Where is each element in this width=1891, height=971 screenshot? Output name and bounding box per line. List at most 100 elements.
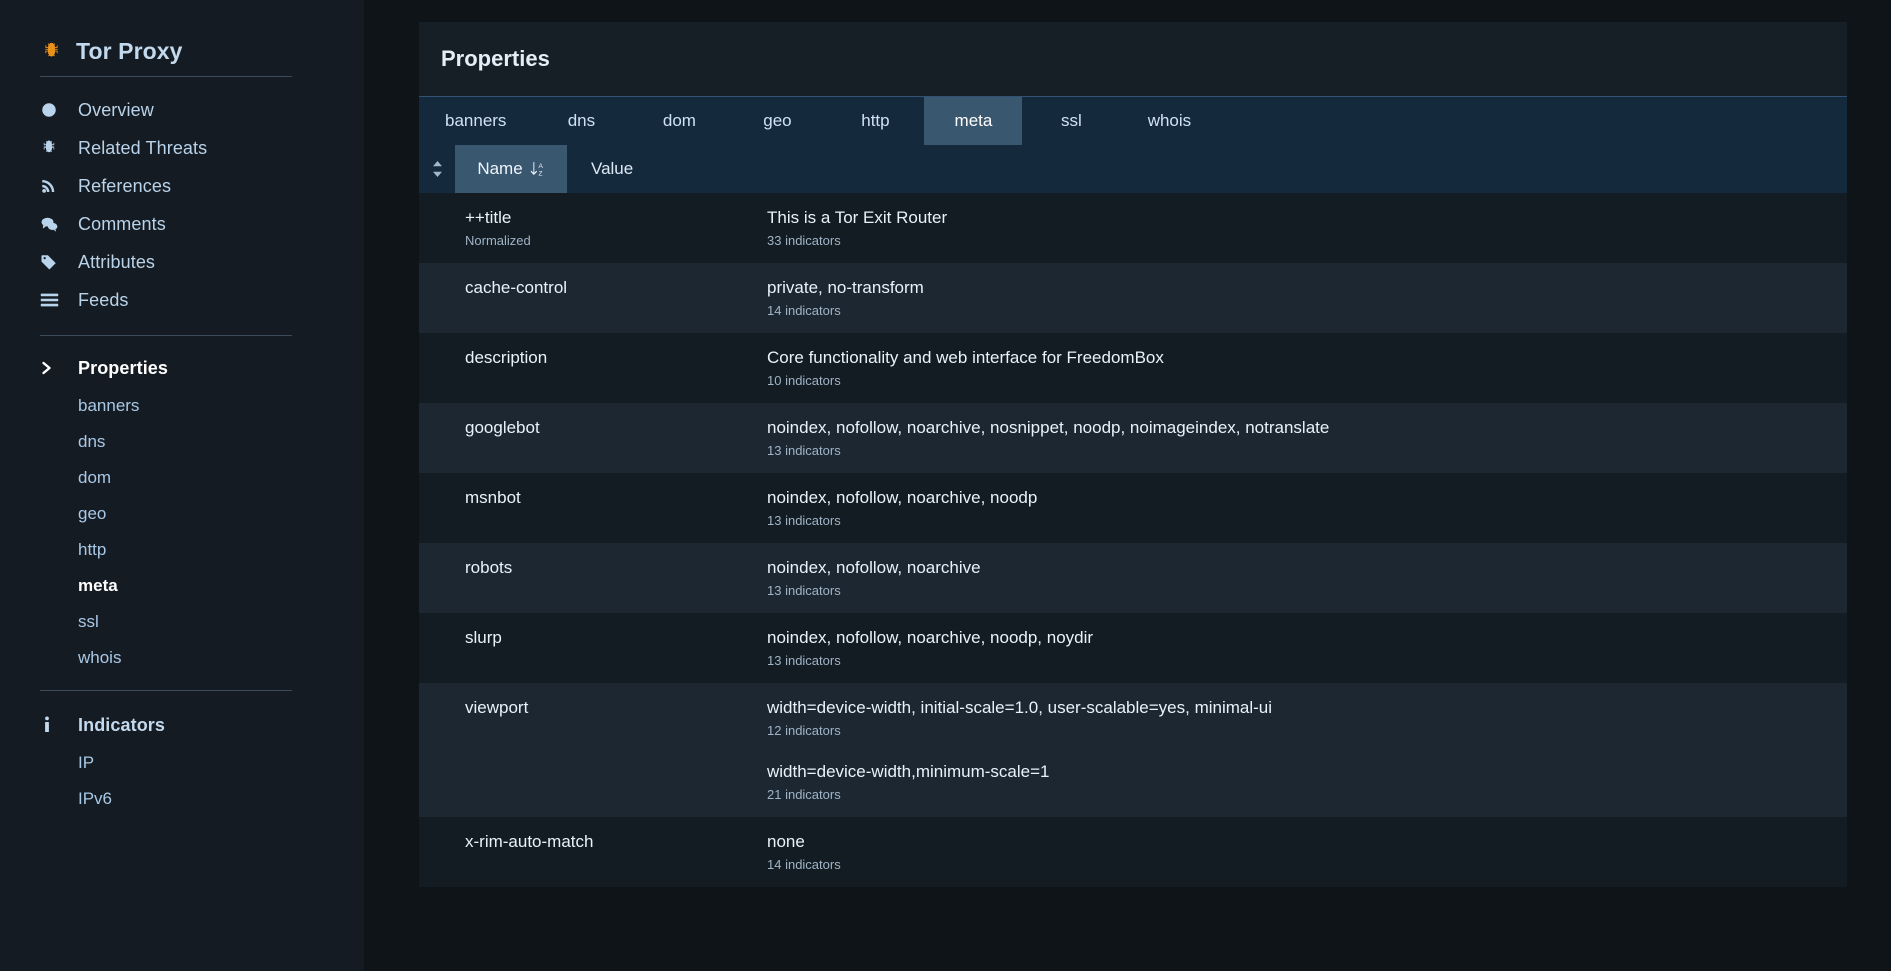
column-header-name[interactable]: Name A Z	[455, 145, 567, 193]
row-value-cell: width=device-width, initial-scale=1.0, u…	[765, 697, 1847, 803]
tab-label: whois	[1147, 111, 1192, 130]
sidebar-section-label: Properties	[78, 357, 169, 378]
row-value-cell: noindex, nofollow, noarchive, noodp 13 i…	[765, 487, 1847, 529]
page-title: Properties	[441, 46, 550, 71]
row-value: noindex, nofollow, noarchive, noodp	[767, 488, 1038, 507]
row-value: Core functionality and web interface for…	[767, 348, 1164, 367]
table-header-row: Name A Z Value	[419, 145, 1847, 193]
row-name-cell: cache-control	[455, 277, 765, 299]
row-name: viewport	[465, 698, 529, 717]
comment-icon	[40, 215, 62, 234]
row-value-cell: This is a Tor Exit Router 33 indicators	[765, 207, 1847, 249]
tab-whois[interactable]: whois	[1120, 97, 1218, 145]
sidebar-subitem-label: IP	[78, 753, 95, 772]
row-value-cell: none 14 indicators	[765, 831, 1847, 873]
svg-text:Z: Z	[538, 171, 542, 177]
row-name-cell: ++title Normalized	[455, 207, 765, 249]
tab-dns[interactable]: dns	[532, 97, 630, 145]
tab-label: http	[861, 111, 890, 130]
row-name-cell: description	[455, 347, 765, 369]
bug-icon	[40, 40, 62, 62]
value-block: noindex, nofollow, noarchive, noodp, noy…	[767, 627, 1847, 669]
row-value: noindex, nofollow, noarchive, noodp, noy…	[767, 628, 1094, 647]
table-row[interactable]: viewport width=device-width, initial-sca…	[419, 683, 1847, 817]
tab-label: geo	[763, 111, 792, 130]
tab-dom[interactable]: dom	[630, 97, 728, 145]
brand: Tor Proxy	[0, 0, 364, 64]
sort-updown-icon[interactable]	[419, 145, 455, 193]
sidebar-item-http[interactable]: http	[0, 532, 364, 568]
sidebar-item-attributes[interactable]: Attributes	[0, 243, 364, 281]
sidebar-item-overview[interactable]: Overview	[0, 91, 364, 129]
sidebar-subitem-label: http	[78, 540, 107, 559]
value-block: Core functionality and web interface for…	[767, 347, 1847, 389]
sidebar-item-ipv6[interactable]: IPv6	[0, 781, 364, 817]
row-name: x-rim-auto-match	[465, 832, 594, 851]
tab-geo[interactable]: geo	[728, 97, 826, 145]
sidebar-item-related-threats[interactable]: Related Threats	[0, 129, 364, 167]
row-value: noindex, nofollow, noarchive, nosnippet,…	[767, 418, 1330, 437]
row-name: robots	[465, 558, 513, 577]
tab-ssl[interactable]: ssl	[1022, 97, 1120, 145]
row-indicators: 13 indicators	[767, 653, 841, 668]
info-icon	[40, 716, 62, 734]
table-row[interactable]: robots noindex, nofollow, noarchive 13 i…	[419, 543, 1847, 613]
sidebar-item-banners[interactable]: banners	[0, 388, 364, 424]
column-header-value[interactable]: Value	[567, 145, 1847, 193]
sidebar-item-label: Attributes	[78, 251, 156, 272]
table-row[interactable]: ++title Normalized This is a Tor Exit Ro…	[419, 193, 1847, 263]
tab-meta[interactable]: meta	[924, 97, 1023, 145]
svg-text:A: A	[538, 163, 543, 170]
sidebar-divider-bottom	[40, 690, 292, 691]
sidebar-item-dom[interactable]: dom	[0, 460, 364, 496]
tab-http[interactable]: http	[826, 97, 924, 145]
list-icon	[40, 292, 62, 308]
value-block: width=device-width, initial-scale=1.0, u…	[767, 697, 1847, 739]
value-block: width=device-width,minimum-scale=1 21 in…	[767, 761, 1847, 803]
row-value: width=device-width, initial-scale=1.0, u…	[767, 698, 1273, 717]
row-indicators: 33 indicators	[767, 233, 841, 248]
rss-icon	[40, 177, 62, 195]
sidebar-section-indicators[interactable]: Indicators	[0, 705, 364, 745]
row-name: msnbot	[465, 488, 521, 507]
row-name: cache-control	[465, 278, 568, 297]
sidebar: Tor Proxy Overview Related Threats Refer…	[0, 0, 364, 971]
sidebar-item-label: Comments	[78, 213, 166, 234]
sidebar-subitem-label: IPv6	[78, 789, 113, 808]
sidebar-nav: Overview Related Threats References Comm…	[0, 77, 364, 817]
sidebar-item-meta[interactable]: meta	[0, 568, 364, 604]
sidebar-item-geo[interactable]: geo	[0, 496, 364, 532]
column-header-label: Value	[591, 159, 634, 178]
row-indicators: 21 indicators	[767, 787, 841, 802]
table-row[interactable]: description Core functionality and web i…	[419, 333, 1847, 403]
row-name-sub: Normalized	[465, 233, 531, 248]
table-row[interactable]: googlebot noindex, nofollow, noarchive, …	[419, 403, 1847, 473]
sidebar-subitem-label: whois	[78, 648, 122, 667]
bug-icon	[40, 139, 62, 157]
sidebar-item-ssl[interactable]: ssl	[0, 604, 364, 640]
sidebar-section-properties[interactable]: Properties	[0, 348, 364, 388]
sidebar-item-comments[interactable]: Comments	[0, 205, 364, 243]
row-indicators: 13 indicators	[767, 583, 841, 598]
row-value-cell: noindex, nofollow, noarchive 13 indicato…	[765, 557, 1847, 599]
sidebar-subitem-label: dom	[78, 468, 112, 487]
row-name: ++title	[465, 208, 512, 227]
row-name-cell: viewport	[455, 697, 765, 719]
sidebar-item-references[interactable]: References	[0, 167, 364, 205]
row-indicators: 14 indicators	[767, 857, 841, 872]
table-row[interactable]: msnbot noindex, nofollow, noarchive, noo…	[419, 473, 1847, 543]
row-value: width=device-width,minimum-scale=1	[767, 762, 1050, 781]
table-row[interactable]: cache-control private, no-transform 14 i…	[419, 263, 1847, 333]
sidebar-item-dns[interactable]: dns	[0, 424, 364, 460]
row-indicators: 13 indicators	[767, 513, 841, 528]
sidebar-item-whois[interactable]: whois	[0, 640, 364, 676]
column-header-label: Name	[477, 159, 523, 178]
tab-banners[interactable]: banners	[419, 97, 532, 145]
table-row[interactable]: slurp noindex, nofollow, noarchive, nood…	[419, 613, 1847, 683]
sidebar-item-label: Overview	[78, 99, 154, 120]
sidebar-item-ip[interactable]: IP	[0, 745, 364, 781]
row-indicators: 12 indicators	[767, 723, 841, 738]
row-value-cell: private, no-transform 14 indicators	[765, 277, 1847, 319]
table-row[interactable]: x-rim-auto-match none 14 indicators	[419, 817, 1847, 887]
sidebar-item-feeds[interactable]: Feeds	[0, 281, 364, 319]
